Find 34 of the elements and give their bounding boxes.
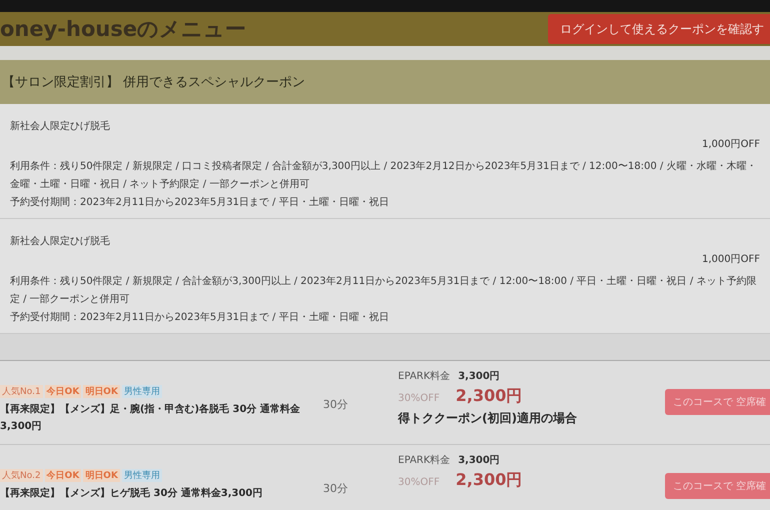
course-duration: 30分 [322, 397, 349, 412]
course-tag: 人気No.2 [0, 469, 43, 482]
page-title: oney-houseのメニュー [0, 16, 246, 43]
course-duration: 30分 [322, 481, 349, 496]
course-tag: 今日OK [44, 385, 82, 398]
course-tag: 男性専用 [122, 469, 162, 482]
coupon-discount: 1,000円OFF [702, 253, 760, 267]
price-label: EPARK料金 [398, 454, 450, 467]
login-coupon-button[interactable]: ログインして使えるクーポンを確認す [548, 14, 770, 44]
course-tag: 人気No.1 [0, 385, 43, 398]
coupon-conditions: 利用条件：残り50件限定 / 新規限定 / 合計金額が3,300円以上 / 2023年2月11日から2023年5月31日まで / 12:00〜18:00 / 平日・土曜・日曜・祝日 / ネット予約限定 / 一部クーポンと併用可 [10, 274, 758, 307]
coupon-note: 得トククーポン(初回)適用の場合 [398, 410, 578, 427]
discount-rate: 30%OFF [398, 477, 440, 488]
course-title[interactable]: 【再来限定】【メンズ】ヒゲ脱毛 30分 通常料金3,300円 [0, 485, 315, 502]
discount-price: 2,300円 [456, 386, 522, 407]
discount-rate: 30%OFF [398, 393, 440, 404]
book-course-button[interactable]: このコースで 空席確 [664, 389, 770, 415]
coupon-name: 新社会人限定ひげ脱毛 [10, 234, 111, 249]
coupon-conditions: 利用条件：残り50件限定 / 新規限定 / 口コミ投稿者限定 / 合計金額が3,300円以上 / 2023年2月12日から2023年5月31日まで / 12:00〜18:00 / 火曜・水曜・木曜・金曜・土曜・日曜・祝日 / ネット予約限定 / 一部クーポンと併用可 [10, 160, 758, 192]
section-title: 【サロン限定割引】 併用できるスペシャルクーポン [2, 74, 306, 91]
coupon-discount: 1,000円OFF [702, 138, 760, 152]
price-label: EPARK料金 [398, 370, 450, 383]
course-tag: 男性専用 [122, 385, 162, 398]
discount-price: 2,300円 [456, 470, 522, 491]
regular-price: 3,300円 [458, 454, 500, 467]
coupon-period: 予約受付期間：2023年2月11日から2023年5月31日まで / 平日・土曜・日曜・祝日 [10, 196, 390, 210]
course-title[interactable]: 【再来限定】【メンズ】足・腕(指・甲含む)各脱毛 30分 通常料金3,300円 [0, 401, 315, 435]
book-course-button[interactable]: このコースで 空席確 [664, 473, 770, 499]
course-tag: 明日OK [83, 385, 120, 398]
coupon-name: 新社会人限定ひげ脱毛 [10, 120, 111, 134]
coupon-period: 予約受付期間：2023年2月11日から2023年5月31日まで / 平日・土曜・日曜・祝日 [10, 310, 390, 325]
course-tag: 明日OK [83, 469, 120, 482]
course-tag: 今日OK [44, 469, 82, 482]
regular-price: 3,300円 [458, 370, 500, 383]
